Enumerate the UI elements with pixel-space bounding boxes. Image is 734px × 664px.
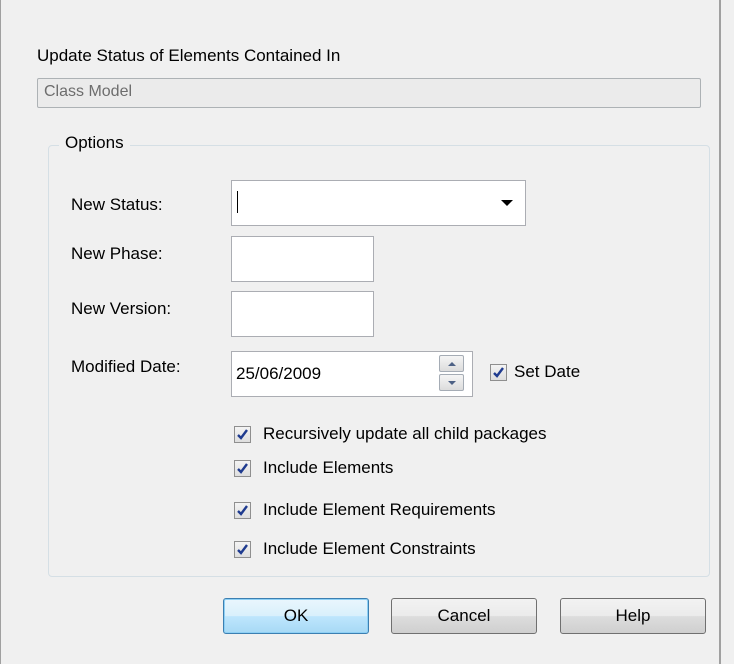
include-element-constraints-label: Include Element Constraints (263, 539, 476, 558)
date-spinner[interactable] (439, 355, 466, 391)
new-status-combobox[interactable] (231, 180, 526, 226)
recursive-update-checkbox[interactable] (234, 426, 251, 443)
check-icon (237, 463, 248, 474)
check-icon (237, 505, 248, 516)
options-group-title: Options (59, 133, 130, 153)
dialog-heading: Update Status of Elements Contained In (37, 46, 341, 65)
text-caret (237, 191, 238, 213)
new-version-label: New Version: (71, 299, 172, 318)
include-elements-label: Include Elements (263, 458, 394, 477)
check-icon (237, 544, 248, 555)
new-status-label: New Status: (71, 195, 163, 214)
check-icon (493, 367, 504, 378)
set-date-checkbox[interactable] (490, 364, 507, 381)
cancel-button[interactable]: Cancel (391, 598, 537, 634)
spin-up-icon[interactable] (439, 355, 464, 372)
modified-date-label: Modified Date: (71, 357, 181, 376)
modified-date-input[interactable]: 25/06/2009 (231, 351, 473, 397)
recursive-update-label: Recursively update all child packages (263, 424, 547, 443)
include-elements-checkbox[interactable] (234, 460, 251, 477)
new-phase-label: New Phase: (71, 244, 163, 263)
modified-date-value: 25/06/2009 (236, 364, 322, 383)
new-phase-input[interactable] (231, 236, 374, 282)
include-element-requirements-label: Include Element Requirements (263, 500, 496, 519)
ok-button[interactable]: OK (223, 598, 369, 634)
set-date-label: Set Date (514, 362, 581, 381)
spin-down-icon[interactable] (439, 374, 464, 391)
help-button[interactable]: Help (560, 598, 706, 634)
include-element-requirements-checkbox[interactable] (234, 502, 251, 519)
dialog-window: Update Status of Elements Contained In C… (0, 0, 721, 664)
check-icon (237, 429, 248, 440)
include-element-constraints-checkbox[interactable] (234, 541, 251, 558)
chevron-down-icon[interactable] (501, 200, 513, 206)
package-name-field: Class Model (37, 78, 701, 108)
new-version-input[interactable] (231, 291, 374, 337)
